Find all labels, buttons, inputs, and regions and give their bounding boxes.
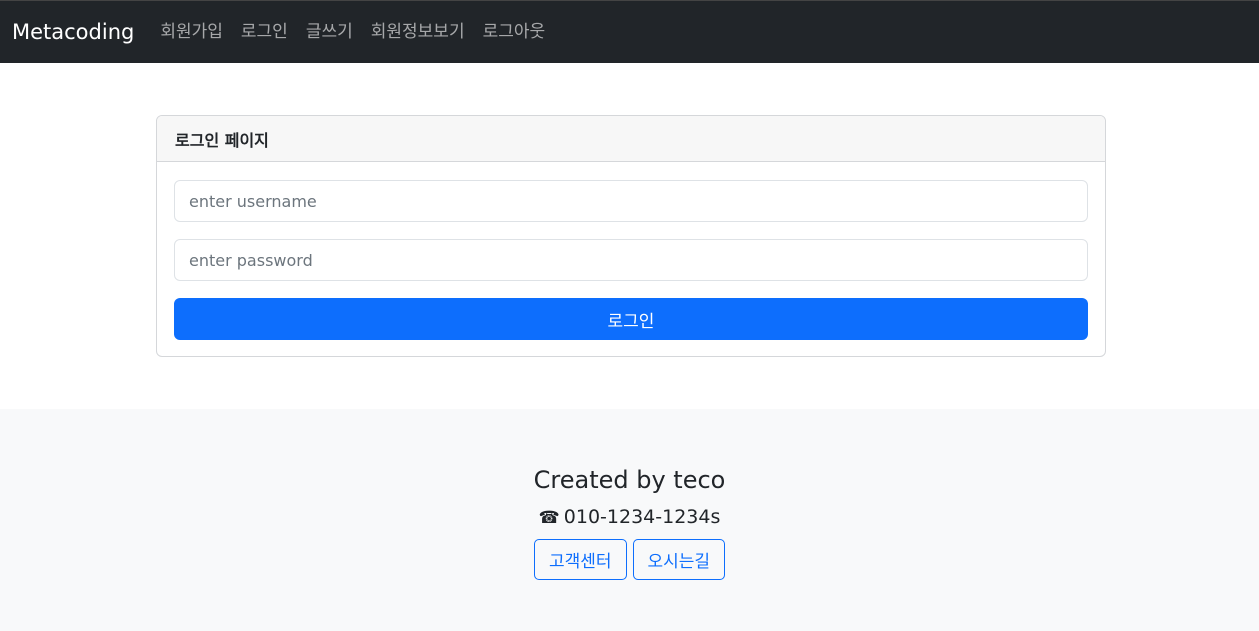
nav-link-logout[interactable]: 로그아웃 [483,23,546,41]
password-input[interactable] [174,239,1088,281]
phone-icon: ☎ [538,508,560,528]
footer-phone: ☎ 010-1234-1234s [0,506,1259,528]
footer-credit: Created by teco [533,466,726,494]
footer: Created by teco ☎ 010-1234-1234s 고객센터 오시는… [0,409,1259,631]
nav-link-user-info[interactable]: 회원정보보기 [371,23,465,41]
brand-link[interactable]: Metacoding [12,21,134,43]
login-form: 로그인 [157,162,1105,356]
nav-link-signup[interactable]: 회원가입 [160,23,223,41]
top-navbar: Metacoding 회원가입 로그인 글쓰기 회원정보보기 로그아웃 [0,0,1259,63]
login-button[interactable]: 로그인 [174,298,1088,340]
login-card-title: 로그인 페이지 [157,116,1105,162]
footer-button-group: 고객센터 오시는길 [0,539,1259,580]
phone-number: 010-1234-1234s [563,506,721,528]
customer-center-button[interactable]: 고객센터 [533,539,627,580]
username-input[interactable] [174,180,1088,222]
nav-link-login[interactable]: 로그인 [241,23,288,41]
directions-button[interactable]: 오시는길 [632,539,726,580]
login-card: 로그인 페이지 로그인 [156,115,1106,357]
nav-link-write[interactable]: 글쓰기 [306,23,353,41]
